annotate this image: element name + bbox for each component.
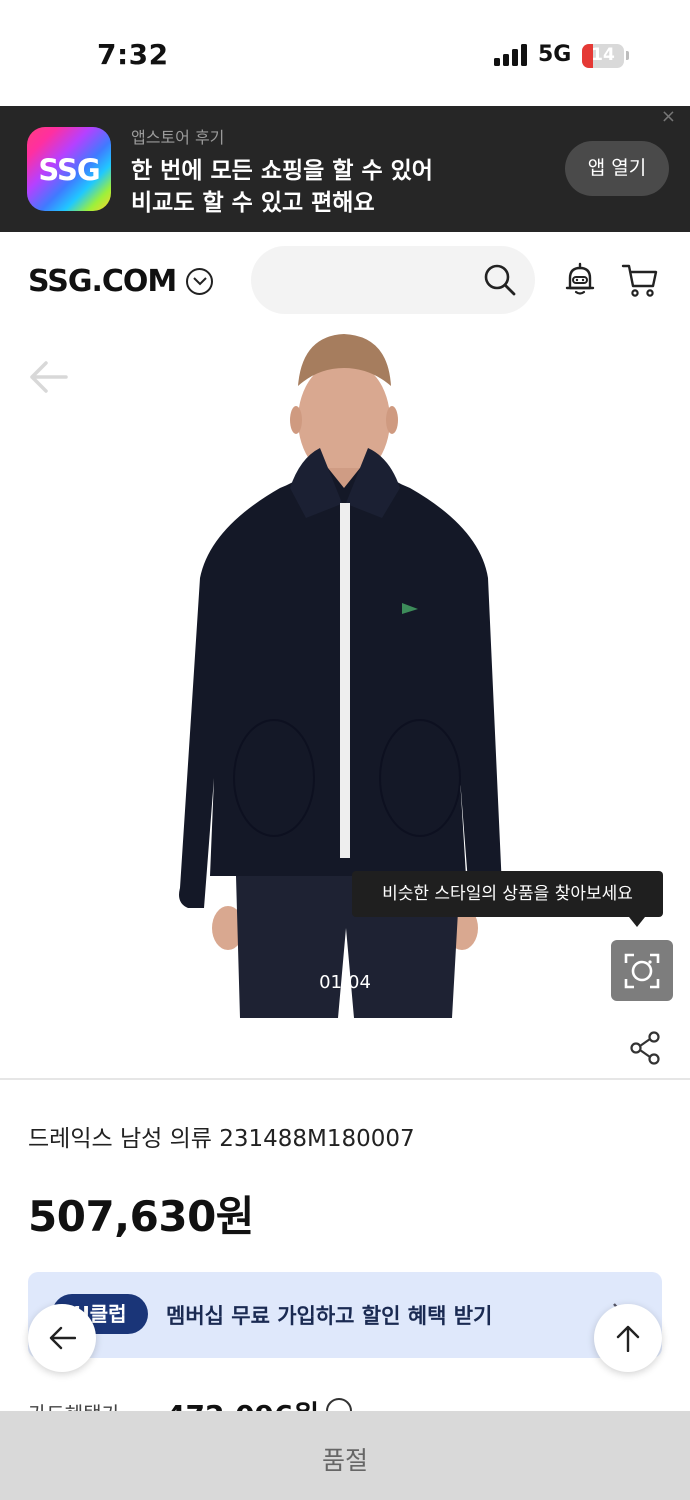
cart-icon[interactable]: [621, 262, 659, 298]
uclub-banner-text: 멤버십 무료 가입하고 할인 혜택 받기: [166, 1304, 493, 1328]
open-app-button[interactable]: 앱 열기: [565, 141, 669, 196]
battery-tip: [626, 51, 629, 60]
arrow-left-icon: [49, 1326, 76, 1350]
style-search-tooltip: 비슷한 스타일의 상품을 찾아보세요: [352, 871, 663, 917]
banner-subtitle: 앱스토어 후기: [131, 128, 225, 147]
signal-icon: [494, 44, 528, 66]
scroll-top-button[interactable]: [594, 1304, 662, 1372]
battery-icon: 14: [582, 44, 624, 68]
tooltip-tail: [629, 917, 645, 927]
site-logo[interactable]: SSG.COM: [28, 264, 177, 299]
search-input[interactable]: [251, 246, 535, 314]
visual-search-button[interactable]: [611, 940, 673, 1001]
camera-scan-icon: [624, 953, 660, 989]
search-icon[interactable]: [483, 263, 517, 297]
banner-headline-2: 비교도 할 수 있고 편해요: [131, 190, 375, 216]
network-label: 5G: [538, 42, 572, 67]
image-counter: 01/04: [319, 972, 371, 993]
product-title: 드레익스 남성 의류 231488M180007: [28, 1126, 415, 1152]
soldout-label: 품절: [321, 1446, 368, 1475]
status-time: 7:32: [97, 38, 169, 71]
ssg-app-logo: SSG: [27, 127, 111, 211]
bell-icon[interactable]: [562, 262, 598, 298]
product-price: 507,630원: [28, 1192, 254, 1241]
share-icon[interactable]: [629, 1031, 661, 1065]
app-install-banner: × SSG 앱스토어 후기 한 번에 모든 쇼핑을 할 수 있어 비교도 할 수…: [0, 106, 690, 232]
chevron-down-icon[interactable]: [186, 268, 213, 295]
banner-headline-1: 한 번에 모든 쇼핑을 할 수 있어: [131, 158, 433, 184]
app-logo-text: SSG: [38, 153, 100, 187]
back-arrow-icon[interactable]: [28, 360, 68, 394]
section-divider: [0, 1078, 690, 1080]
arrow-up-icon: [616, 1325, 640, 1352]
status-bar: 7:32 5G 14: [0, 0, 690, 106]
soldout-button[interactable]: 품절: [0, 1411, 690, 1500]
close-icon[interactable]: ×: [661, 106, 676, 127]
battery-level: 14: [591, 45, 615, 65]
back-button[interactable]: [28, 1304, 96, 1372]
site-header: SSG.COM: [0, 232, 690, 328]
uclub-membership-banner[interactable]: U클럽 멤버십 무료 가입하고 할인 혜택 받기: [28, 1272, 662, 1358]
